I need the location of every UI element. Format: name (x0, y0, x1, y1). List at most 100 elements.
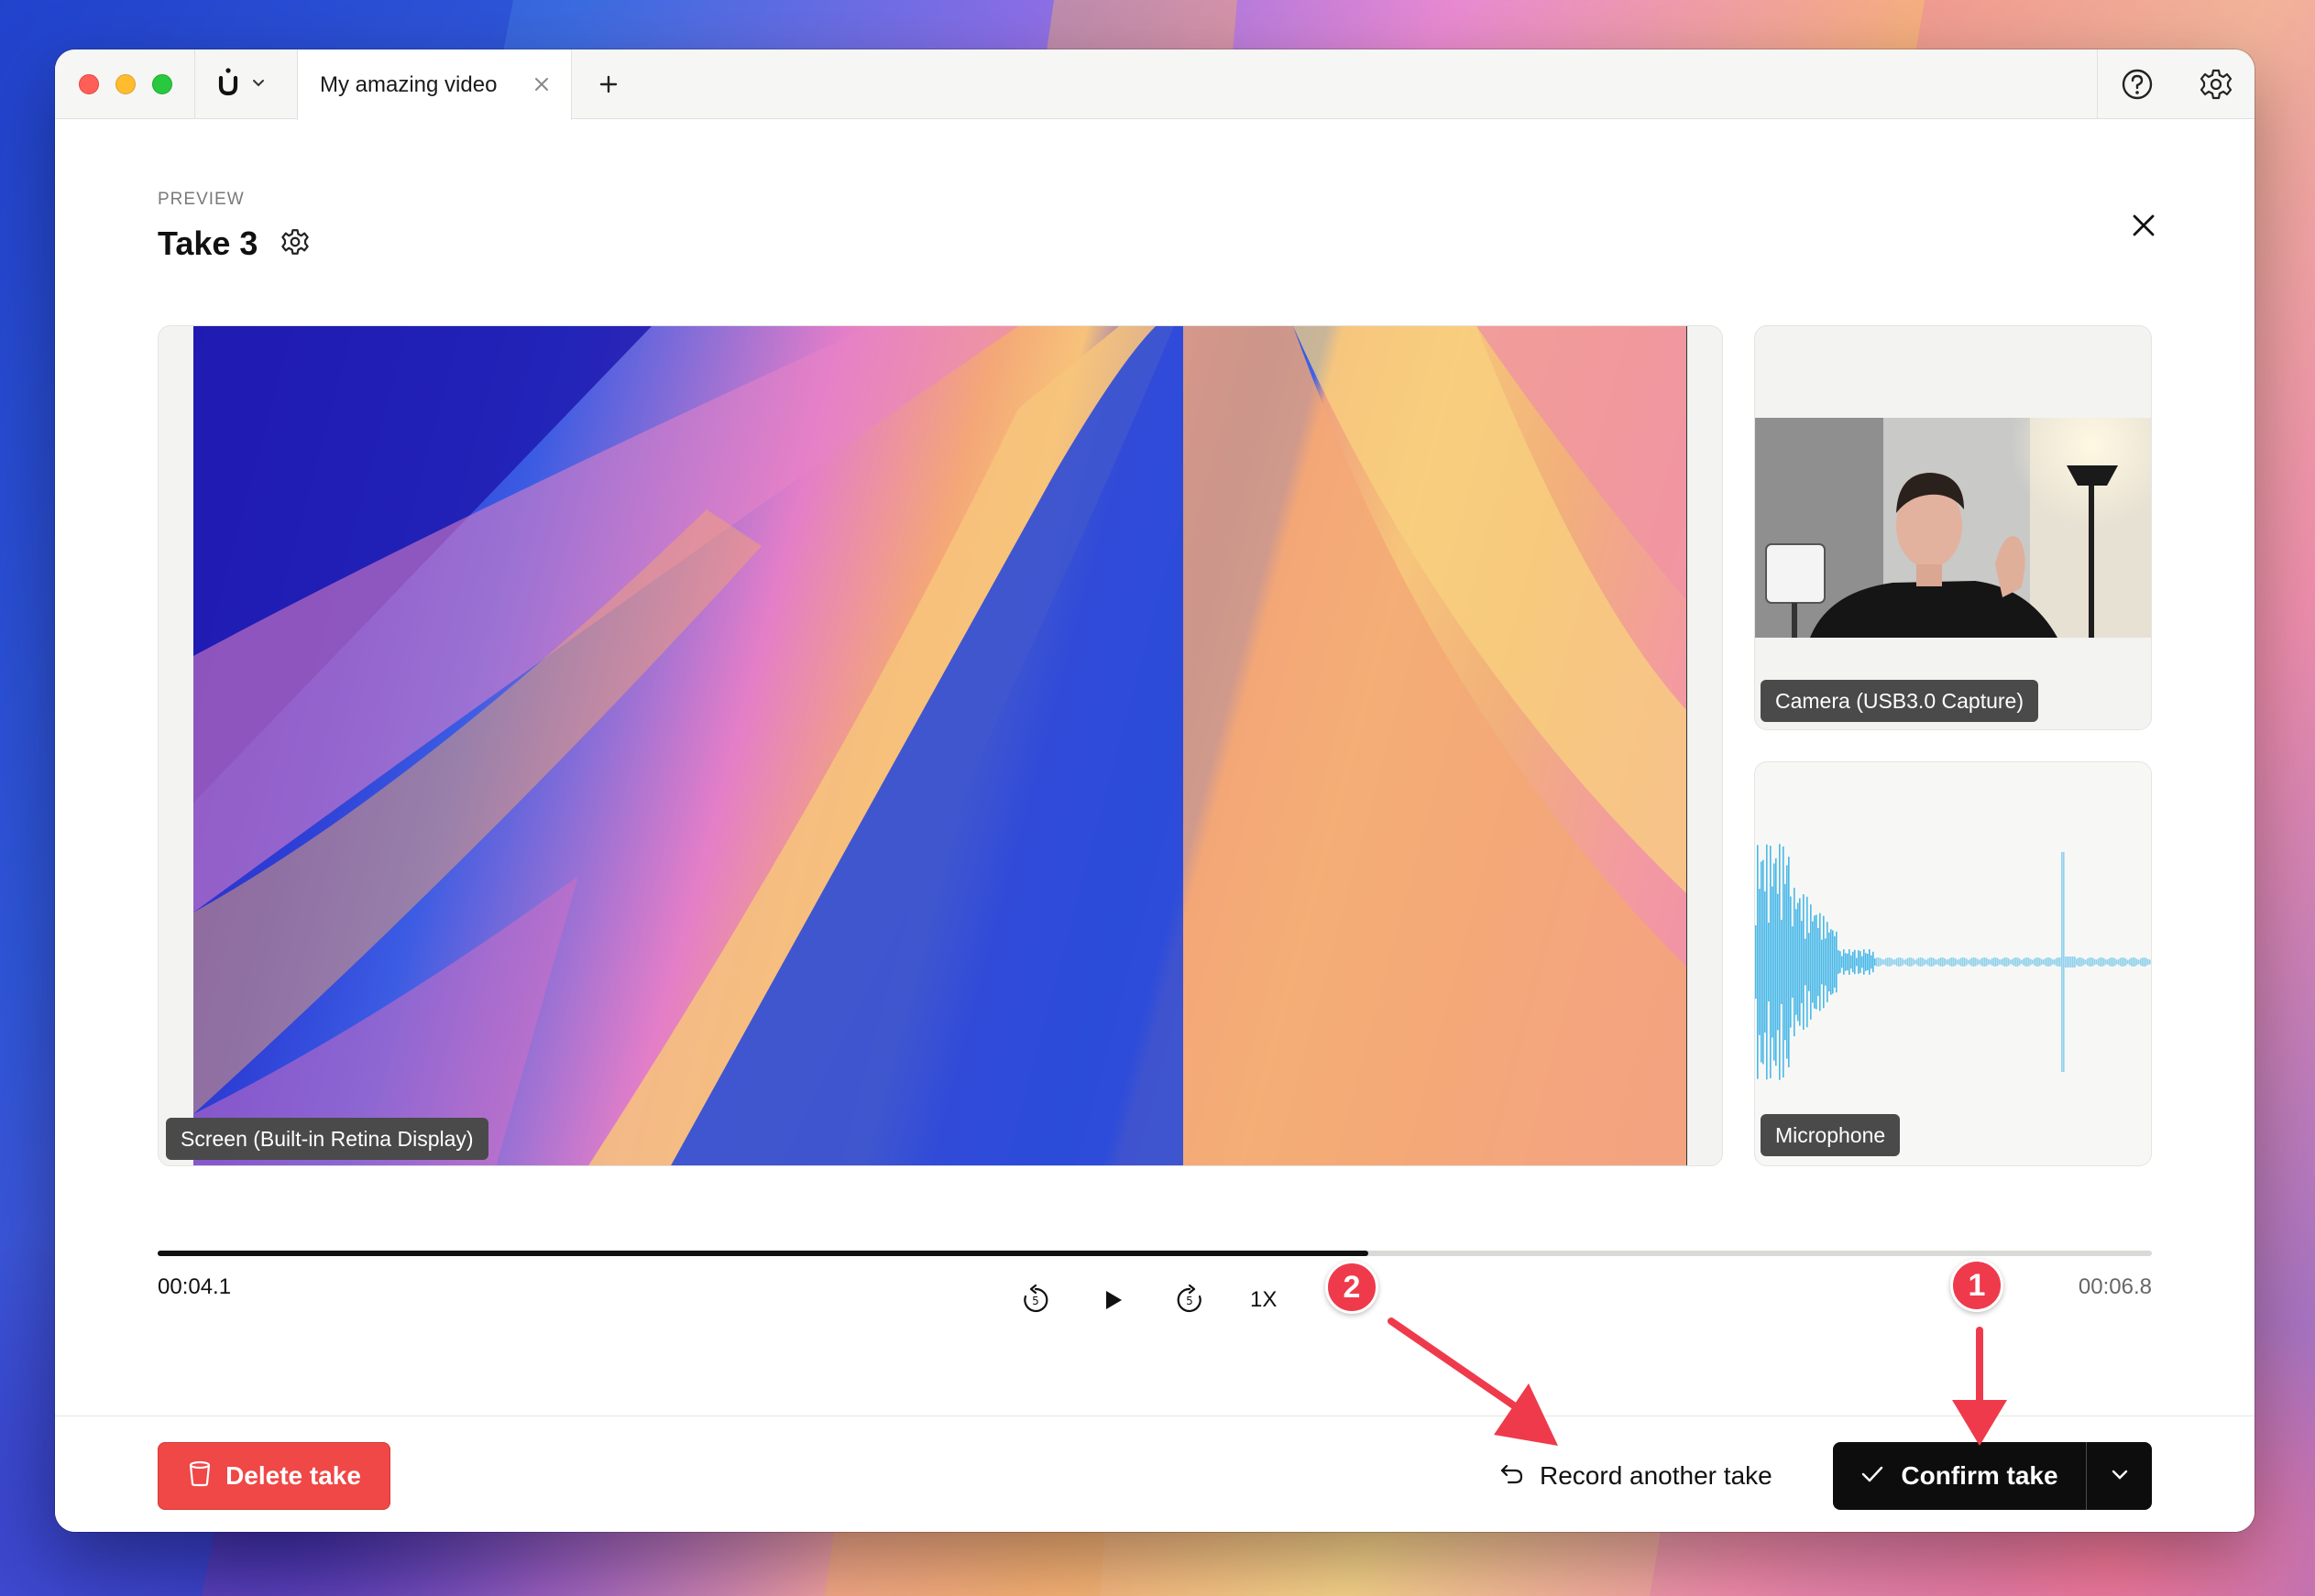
waveform-bar (2067, 957, 2068, 967)
playback-progress-fill (158, 1251, 1368, 1256)
minimize-window-button[interactable] (115, 74, 136, 94)
waveform-bar (1896, 957, 1898, 967)
close-tab-icon[interactable] (532, 75, 551, 93)
take-settings-gear-icon[interactable] (280, 226, 311, 262)
waveform-bar (2010, 959, 2012, 965)
waveform-bar (1911, 957, 1913, 967)
waveform-bar (1949, 957, 1951, 967)
waveform-bar (2063, 852, 2065, 1072)
help-icon[interactable] (2119, 66, 2156, 103)
forward-5-icon[interactable]: 5 (1173, 1284, 1206, 1317)
waveform-bar (1843, 949, 1845, 975)
waveform-bar (1854, 949, 1856, 975)
waveform-bar (1878, 957, 1880, 967)
waveform-bar (1894, 959, 1896, 965)
close-icon[interactable] (2128, 210, 2159, 241)
microphone-source-panel[interactable]: Microphone (1754, 761, 2152, 1166)
delete-take-button[interactable]: Delete take (158, 1442, 390, 1510)
waveform-bar (2133, 957, 2134, 967)
waveform-bar (1806, 896, 1808, 1028)
waveform-bar (1979, 959, 1980, 965)
waveform-bar (1905, 958, 1907, 966)
waveform-bar (1893, 959, 1894, 965)
waveform-bar (2145, 957, 2147, 967)
waveform-bar (2012, 958, 2013, 966)
undo-icon (1499, 1461, 1525, 1492)
record-another-take-button[interactable]: Record another take (1499, 1442, 1772, 1510)
camera-source-label: Camera (USB3.0 Capture) (1761, 680, 2038, 722)
waveform-bar (2052, 959, 2054, 965)
waveform-bar (2034, 958, 2035, 966)
camera-source-panel[interactable]: Camera (USB3.0 Capture) (1754, 325, 2152, 730)
waveform-bar (1913, 958, 1915, 966)
waveform-bar (1924, 958, 1926, 966)
waveform-bar (1953, 957, 1955, 967)
waveform-bar (2151, 958, 2152, 966)
waveform-bar (1980, 958, 1982, 966)
audio-waveform (1755, 844, 2152, 1080)
waveform-bar (1986, 957, 1988, 967)
waveform-bar (1984, 957, 1986, 967)
waveform-bar (2030, 958, 2032, 966)
waveform-bar (1770, 846, 1772, 1078)
waveform-bar (1863, 949, 1865, 975)
waveform-bar (2006, 957, 2008, 967)
waveform-bar (1832, 930, 1834, 994)
waveform-bar (1839, 951, 1841, 973)
svg-text:5: 5 (1186, 1295, 1193, 1307)
total-time: 00:06.8 (2078, 1274, 2152, 1299)
waveform-bar (1938, 957, 1940, 967)
waveform-bar (2094, 959, 2096, 965)
waveform-bar (1931, 957, 1933, 967)
waveform-bar (2072, 957, 2074, 967)
waveform-bar (1885, 957, 1887, 967)
waveform-bar (1944, 957, 1946, 967)
tab-my-amazing-video[interactable]: My amazing video (297, 49, 572, 120)
waveform-bar (1792, 926, 1794, 998)
confirm-options-dropdown[interactable] (2086, 1442, 2152, 1510)
svg-text:5: 5 (1032, 1295, 1039, 1307)
rewind-5-icon[interactable]: 5 (1019, 1284, 1052, 1317)
waveform-bar (2065, 957, 2067, 967)
waveform-bar (2122, 957, 2123, 967)
waveform-bar (1847, 953, 1849, 971)
gear-icon[interactable] (2198, 66, 2234, 103)
waveform-bar (1869, 949, 1871, 975)
waveform-bar (2134, 957, 2136, 967)
waveform-bar (2017, 957, 2019, 967)
waveform-bar (1916, 958, 1918, 966)
playback-progress-bar[interactable] (158, 1251, 2152, 1256)
waveform-bar (1775, 858, 1777, 1066)
checkmark-icon (1860, 1461, 1884, 1491)
waveform-bar (1971, 957, 1973, 967)
titlebar: My amazing video (55, 49, 2255, 120)
close-window-button[interactable] (79, 74, 99, 94)
titlebar-divider (194, 49, 195, 119)
screen-video-preview (193, 326, 1687, 1165)
waveform-bar (1902, 958, 1904, 966)
waveform-bar (2147, 959, 2149, 965)
waveform-bar (1755, 925, 1757, 999)
zoom-window-button[interactable] (152, 74, 172, 94)
waveform-bar (2021, 959, 2023, 965)
waveform-bar (1781, 919, 1783, 1005)
waveform-bar (1797, 902, 1799, 1022)
waveform-bar (1876, 957, 1878, 967)
waveform-bar (1942, 957, 1944, 967)
playback-controls: 5 5 1X (1019, 1284, 1277, 1317)
confirm-take-button[interactable]: Confirm take (1833, 1442, 2086, 1510)
waveform-bar (1860, 951, 1861, 973)
waveform-bar (1874, 958, 1876, 966)
add-tab-icon[interactable] (596, 71, 621, 97)
screen-source-panel[interactable]: Screen (Built-in Retina Display) (158, 325, 1723, 1166)
waveform-bar (1880, 957, 1882, 967)
preview-content: PREVIEW Take 3 Screen (Built-in Retina D… (55, 120, 2255, 1532)
app-menu-button[interactable] (216, 66, 266, 103)
play-icon[interactable] (1096, 1284, 1129, 1317)
page-title: Take 3 (158, 224, 258, 262)
waveform-bar (1882, 959, 1883, 965)
chevron-down-icon (2110, 1468, 2130, 1485)
playback-speed-button[interactable]: 1X (1250, 1287, 1277, 1313)
waveform-bar (2057, 957, 2059, 967)
waveform-bar (1997, 957, 1999, 967)
